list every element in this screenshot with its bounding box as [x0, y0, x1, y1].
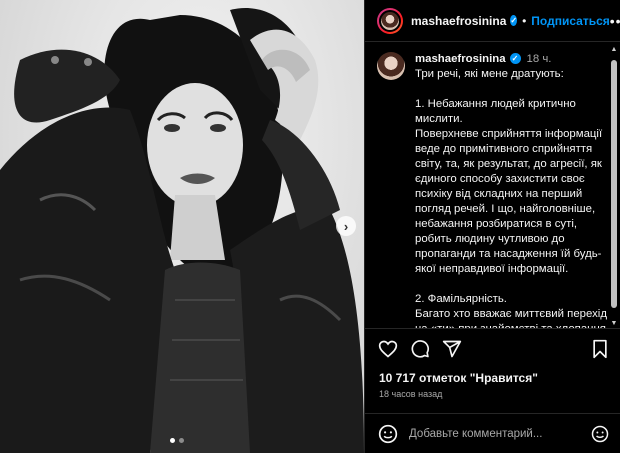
author-avatar[interactable] — [377, 7, 403, 34]
carousel-next-button[interactable]: › — [336, 216, 356, 236]
comment-input[interactable] — [409, 427, 589, 440]
action-bar — [365, 328, 620, 368]
chevron-right-icon: › — [343, 218, 349, 234]
verified-badge-icon: ✓ — [509, 53, 521, 65]
caption-time[interactable]: 18 ч. — [527, 53, 552, 65]
scroll-up-icon[interactable]: ▲ — [610, 46, 618, 54]
post-photo[interactable]: › — [0, 0, 364, 453]
post-time-ago[interactable]: 18 часов назад — [379, 389, 442, 399]
carousel-dot-2 — [179, 438, 184, 443]
post-sidebar: mashaefrosinina ✓ • Подписаться ••• mash… — [364, 0, 620, 453]
comment-bar — [365, 413, 620, 453]
photo-illustration — [0, 8, 364, 453]
follow-button[interactable]: Подписаться — [531, 14, 609, 28]
heart-icon[interactable] — [377, 338, 399, 360]
caption-text: Три речі, які мене дратують: 1. Небажанн… — [415, 68, 607, 328]
carousel-dot-1 — [170, 438, 175, 443]
carousel-dots — [170, 438, 184, 443]
caption-area: mashaefrosinina ✓ 18 ч. Три речі, які мене… — [365, 42, 620, 328]
emoji-icon[interactable] — [377, 423, 399, 445]
caption-username[interactable]: mashaefrosinina — [415, 53, 506, 65]
caption-scrollbar[interactable]: ▲ ▼ — [610, 46, 618, 328]
emoji-picker-icon[interactable] — [589, 423, 611, 445]
scroll-thumb[interactable] — [611, 60, 617, 308]
post-header: mashaefrosinina ✓ • Подписаться ••• — [365, 0, 620, 42]
bookmark-icon[interactable] — [589, 338, 611, 360]
caption-avatar[interactable] — [377, 52, 405, 80]
header-separator: • — [522, 13, 527, 28]
share-icon[interactable] — [441, 338, 463, 360]
more-horizontal-icon[interactable]: ••• — [610, 13, 620, 29]
comment-icon[interactable] — [409, 338, 431, 360]
verified-badge-icon: ✓ — [510, 15, 518, 26]
likes-count[interactable]: 10 717 отметок "Нравится" — [379, 371, 538, 385]
author-username[interactable]: mashaefrosinina — [411, 14, 506, 28]
scroll-down-icon[interactable]: ▼ — [610, 320, 618, 328]
